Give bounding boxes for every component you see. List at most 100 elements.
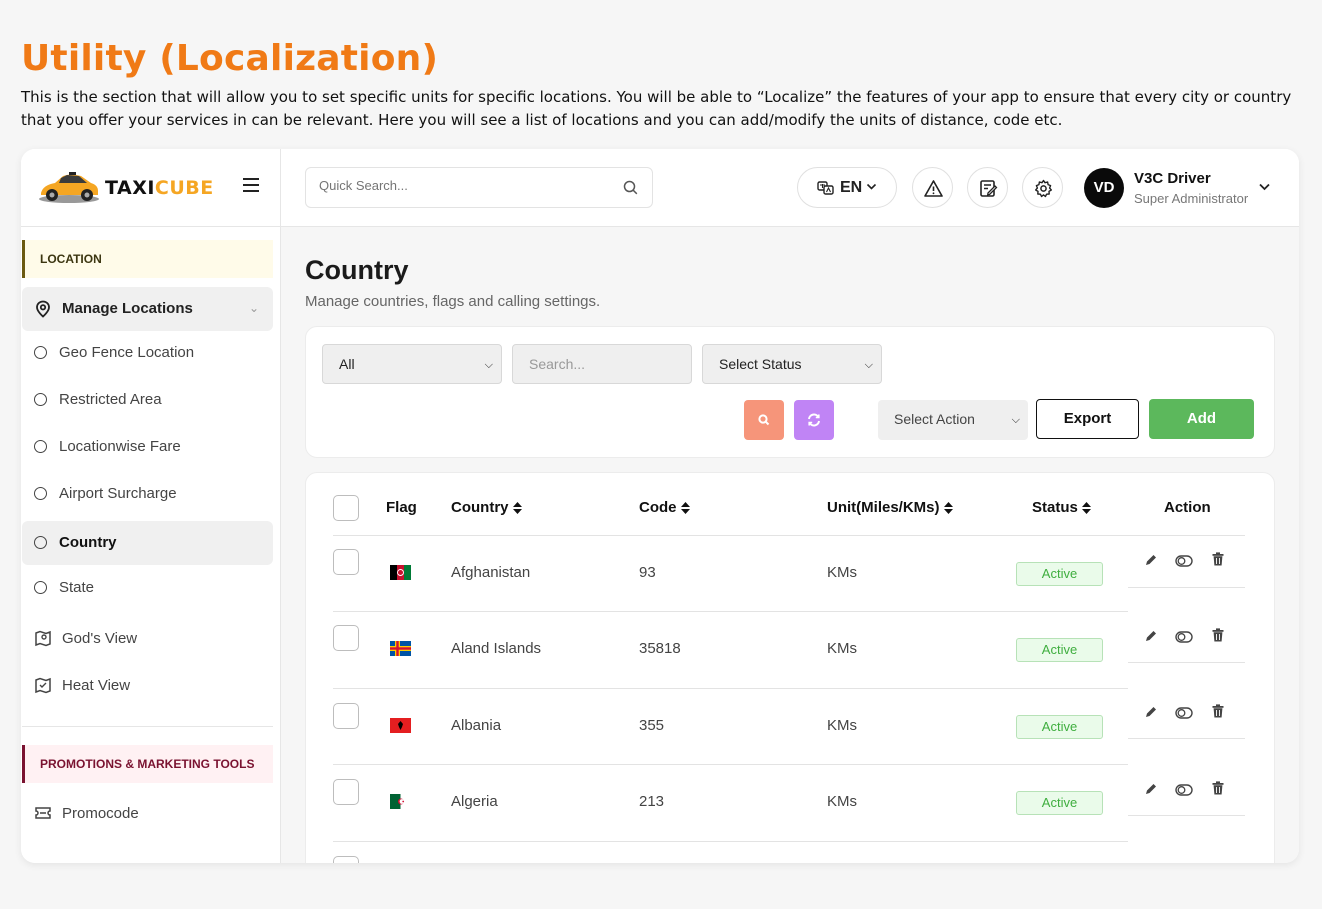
section-label-location: LOCATION bbox=[22, 240, 273, 278]
sidebar-item-label: Airport Surcharge bbox=[59, 485, 177, 502]
sort-icon bbox=[1081, 502, 1091, 515]
sidebar-item-restricted-area[interactable]: Restricted Area bbox=[22, 378, 273, 422]
toggle-icon[interactable] bbox=[1175, 706, 1193, 724]
sidebar-item-promocode[interactable]: Promocode bbox=[22, 792, 273, 836]
column-header-unit[interactable]: Unit(Miles/KMs) bbox=[827, 499, 953, 516]
export-button[interactable]: Export bbox=[1036, 399, 1139, 439]
flag-albania-icon bbox=[390, 718, 411, 733]
heat-map-icon bbox=[35, 677, 51, 694]
trash-icon[interactable] bbox=[1212, 552, 1224, 571]
column-header-status[interactable]: Status bbox=[1032, 499, 1091, 516]
row-checkbox[interactable] bbox=[333, 856, 359, 863]
map-pin-view-icon bbox=[35, 630, 51, 647]
gear-icon bbox=[1035, 179, 1052, 198]
row-checkbox[interactable] bbox=[333, 625, 359, 651]
action-select[interactable]: Select Action ⌵ bbox=[878, 400, 1028, 440]
column-header-code[interactable]: Code bbox=[639, 499, 690, 516]
flag-aland-islands-icon bbox=[390, 641, 411, 656]
radio-circle-icon bbox=[34, 581, 47, 594]
row-divider bbox=[333, 841, 1128, 842]
brand-part2: CUBE bbox=[154, 177, 214, 199]
distance-unit: KMs bbox=[827, 640, 857, 657]
row-checkbox[interactable] bbox=[333, 703, 359, 729]
action-divider bbox=[1128, 738, 1245, 739]
user-name: V3C Driver bbox=[1134, 170, 1211, 187]
page-description: This is the section that will allow you … bbox=[21, 88, 1292, 129]
add-button[interactable]: Add bbox=[1149, 399, 1254, 439]
sidebar-divider bbox=[22, 726, 273, 727]
toggle-icon[interactable] bbox=[1175, 554, 1193, 572]
sidebar-item-gods-view[interactable]: God's View bbox=[22, 617, 273, 661]
column-header-country[interactable]: Country bbox=[451, 499, 522, 516]
top-header: EN VD V3C Driver Super Administrator bbox=[281, 149, 1299, 227]
radio-circle-icon bbox=[34, 346, 47, 359]
refresh-button[interactable] bbox=[794, 400, 834, 440]
status-select[interactable]: Select Status ⌵ bbox=[702, 344, 882, 384]
search-icon[interactable] bbox=[623, 180, 638, 195]
action-select-value: Select Action bbox=[894, 411, 975, 427]
trash-icon[interactable] bbox=[1212, 781, 1224, 800]
header-divider bbox=[333, 535, 1245, 536]
column-header-label: Status bbox=[1032, 499, 1078, 516]
settings-button[interactable] bbox=[1022, 167, 1063, 208]
quick-search-box[interactable] bbox=[305, 167, 653, 208]
country-code: 35818 bbox=[639, 640, 681, 657]
manage-locations-group[interactable]: Manage Locations ⌄ bbox=[22, 287, 273, 331]
distance-unit: KMs bbox=[827, 717, 857, 734]
page-title: Utility (Localization) bbox=[21, 38, 439, 79]
radio-circle-icon bbox=[34, 440, 47, 453]
distance-unit: KMs bbox=[827, 793, 857, 810]
row-checkbox[interactable] bbox=[333, 779, 359, 805]
sidebar-item-heat-view[interactable]: Heat View bbox=[22, 664, 273, 708]
avatar[interactable]: VD bbox=[1084, 168, 1124, 208]
country-table: Flag Country Code Unit(Miles/KMs) Status… bbox=[305, 472, 1275, 863]
location-pin-icon bbox=[36, 300, 50, 318]
search-input[interactable]: Search... bbox=[512, 344, 692, 384]
notes-button[interactable] bbox=[967, 167, 1008, 208]
quick-search-input[interactable] bbox=[319, 178, 609, 193]
column-header-label: Unit(Miles/KMs) bbox=[827, 499, 940, 516]
chevron-down-icon[interactable] bbox=[1258, 180, 1271, 193]
sidebar-item-country[interactable]: Country bbox=[22, 521, 273, 565]
search-button[interactable] bbox=[744, 400, 784, 440]
trash-icon[interactable] bbox=[1212, 704, 1224, 723]
toggle-icon[interactable] bbox=[1175, 630, 1193, 648]
content-title: Country bbox=[305, 255, 409, 285]
sidebar-item-geo-fence[interactable]: Geo Fence Location bbox=[22, 331, 273, 375]
language-selector[interactable]: EN bbox=[797, 167, 897, 208]
alert-button[interactable] bbox=[912, 167, 953, 208]
sidebar-item-label: Heat View bbox=[62, 677, 131, 694]
country-code: 213 bbox=[639, 793, 665, 810]
trash-icon[interactable] bbox=[1212, 628, 1224, 647]
edit-pencil-icon[interactable] bbox=[1144, 705, 1158, 724]
sidebar-item-label: Country bbox=[59, 534, 117, 551]
column-header-label: Country bbox=[451, 499, 509, 516]
chevron-down-icon: ⌵ bbox=[484, 359, 493, 371]
main-content: Country Manage countries, flags and call… bbox=[281, 227, 1299, 863]
select-all-checkbox[interactable] bbox=[333, 495, 359, 521]
content-subtitle: Manage countries, flags and calling sett… bbox=[305, 293, 601, 310]
hamburger-menu-icon[interactable] bbox=[243, 178, 259, 192]
toggle-icon[interactable] bbox=[1175, 783, 1193, 801]
row-divider bbox=[333, 688, 1128, 689]
sidebar-item-locationwise-fare[interactable]: Locationwise Fare bbox=[22, 425, 273, 469]
country-code: 93 bbox=[639, 564, 656, 581]
sidebar-item-airport-surcharge[interactable]: Airport Surcharge bbox=[22, 472, 273, 516]
edit-pencil-icon[interactable] bbox=[1144, 782, 1158, 801]
chevron-down-icon bbox=[866, 183, 877, 190]
status-badge[interactable]: Active bbox=[1016, 562, 1103, 586]
row-checkbox[interactable] bbox=[333, 549, 359, 575]
refresh-icon bbox=[808, 413, 820, 427]
warning-icon bbox=[924, 180, 943, 197]
sidebar-item-label: Promocode bbox=[62, 805, 139, 822]
status-badge[interactable]: Active bbox=[1016, 791, 1103, 815]
status-badge[interactable]: Active bbox=[1016, 638, 1103, 662]
edit-document-icon bbox=[980, 180, 998, 197]
edit-pencil-icon[interactable] bbox=[1144, 553, 1158, 572]
status-badge[interactable]: Active bbox=[1016, 715, 1103, 739]
filter-all-select[interactable]: All ⌵ bbox=[322, 344, 502, 384]
edit-pencil-icon[interactable] bbox=[1144, 629, 1158, 648]
search-icon bbox=[758, 414, 770, 426]
section-label-promotions: PROMOTIONS & MARKETING TOOLS bbox=[22, 745, 273, 783]
sidebar-item-state[interactable]: State bbox=[22, 566, 273, 610]
